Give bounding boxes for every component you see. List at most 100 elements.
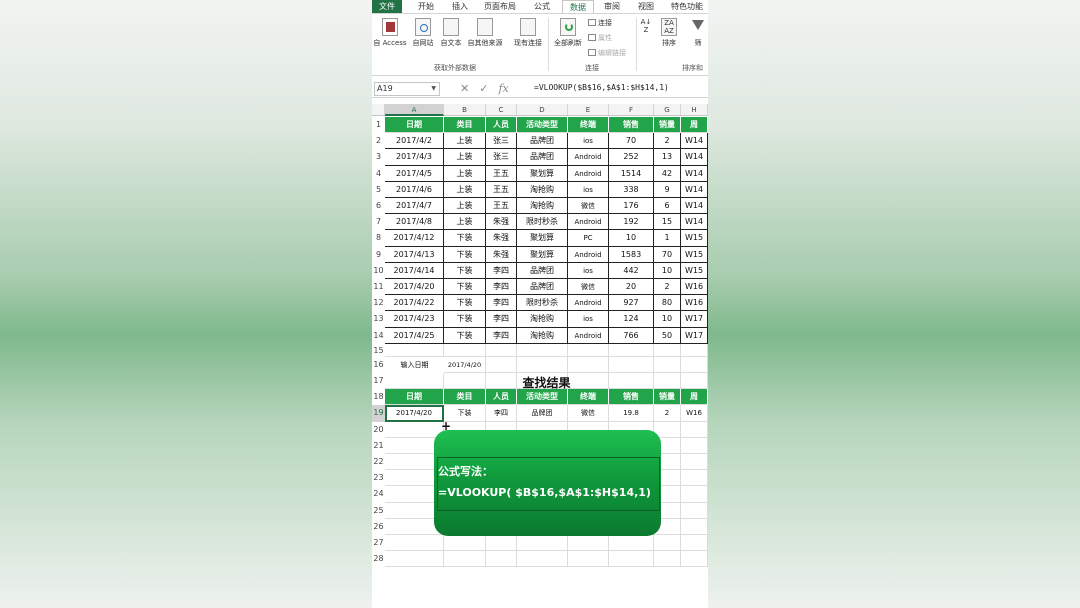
result-header-cell[interactable]: 销量 xyxy=(654,389,681,406)
result-header-cell[interactable]: 日期 xyxy=(385,389,444,406)
row-header[interactable]: 25 xyxy=(372,502,385,519)
table-cell[interactable]: 2017/4/25 xyxy=(385,327,444,344)
table-cell[interactable]: 下装 xyxy=(444,230,486,247)
table-cell[interactable]: W16 xyxy=(681,279,708,296)
table-cell[interactable]: PC xyxy=(568,230,609,247)
row-header[interactable]: 21 xyxy=(372,437,385,454)
empty-cell[interactable] xyxy=(681,551,708,568)
result-header-cell[interactable]: 销售 xyxy=(609,389,654,406)
table-cell[interactable]: 2017/4/2 xyxy=(385,133,444,150)
row-header[interactable]: 11 xyxy=(372,279,385,296)
row-header[interactable]: 1 xyxy=(372,117,385,134)
table-cell[interactable]: 80 xyxy=(654,295,681,312)
table-cell[interactable]: 1 xyxy=(654,230,681,247)
tab-file[interactable]: 文件 xyxy=(372,0,402,13)
empty-cell[interactable] xyxy=(517,535,568,552)
result-cell[interactable]: 2017/4/20 xyxy=(385,405,444,422)
empty-cell[interactable] xyxy=(681,437,708,454)
existing-connections-button[interactable]: 现有连接 xyxy=(511,18,545,48)
empty-cell[interactable] xyxy=(681,535,708,552)
table-cell[interactable]: W14 xyxy=(681,181,708,198)
table-cell[interactable]: ios xyxy=(568,311,609,328)
result-header-cell[interactable]: 类目 xyxy=(444,389,486,406)
table-cell[interactable]: 10 xyxy=(609,230,654,247)
table-cell[interactable]: W14 xyxy=(681,214,708,231)
result-header-cell[interactable]: 周 xyxy=(681,389,708,406)
from-text-button[interactable]: 自文本 xyxy=(437,18,465,48)
tab-home[interactable]: 开始 xyxy=(412,0,440,13)
result-header-cell[interactable]: 人员 xyxy=(486,389,517,406)
table-cell[interactable]: Android xyxy=(568,165,609,182)
table-cell[interactable]: 下装 xyxy=(444,311,486,328)
table-cell[interactable]: 2017/4/20 xyxy=(385,279,444,296)
column-header-e[interactable]: E xyxy=(568,104,609,116)
table-cell[interactable]: 朱强 xyxy=(486,214,517,231)
table-cell[interactable]: W15 xyxy=(681,262,708,279)
table-cell[interactable]: 6 xyxy=(654,198,681,215)
connections-button[interactable]: 连接 xyxy=(588,18,612,28)
column-header-g[interactable]: G xyxy=(654,104,681,116)
table-cell[interactable]: 50 xyxy=(654,327,681,344)
table-cell[interactable]: W15 xyxy=(681,246,708,263)
cancel-icon[interactable]: ✕ xyxy=(460,82,469,95)
empty-cell[interactable] xyxy=(609,343,654,357)
column-header-c[interactable]: C xyxy=(486,104,517,116)
sort-button[interactable]: ZA AZ 排序 xyxy=(655,18,683,48)
result-header-cell[interactable]: 终端 xyxy=(568,389,609,406)
table-cell[interactable]: 2017/4/12 xyxy=(385,230,444,247)
empty-cell[interactable] xyxy=(385,421,444,438)
table-cell[interactable]: 品牌团 xyxy=(517,279,568,296)
column-header-a[interactable]: A xyxy=(385,104,444,116)
table-cell[interactable]: 2 xyxy=(654,133,681,150)
table-cell[interactable]: W15 xyxy=(681,230,708,247)
table-cell[interactable]: 下装 xyxy=(444,246,486,263)
table-cell[interactable]: 上装 xyxy=(444,149,486,166)
sort-az-button[interactable]: A↓ Z xyxy=(640,18,652,34)
table-cell[interactable]: W17 xyxy=(681,327,708,344)
table-cell[interactable]: 李四 xyxy=(486,295,517,312)
table-cell[interactable]: 9 xyxy=(654,181,681,198)
table-cell[interactable]: Android xyxy=(568,246,609,263)
row-header[interactable]: 7 xyxy=(372,214,385,231)
column-header-h[interactable]: H xyxy=(681,104,708,116)
table-cell[interactable]: 10 xyxy=(654,311,681,328)
table-cell[interactable]: 766 xyxy=(609,327,654,344)
result-cell[interactable]: 19.8 xyxy=(609,405,654,422)
table-cell[interactable]: 2017/4/22 xyxy=(385,295,444,312)
empty-cell[interactable] xyxy=(568,535,609,552)
table-cell[interactable]: 1514 xyxy=(609,165,654,182)
table-cell[interactable]: 李四 xyxy=(486,311,517,328)
empty-cell[interactable] xyxy=(654,535,681,552)
table-cell[interactable]: 限时秒杀 xyxy=(517,214,568,231)
table-cell[interactable]: 下装 xyxy=(444,327,486,344)
row-header[interactable]: 15 xyxy=(372,343,385,357)
empty-cell[interactable] xyxy=(486,535,517,552)
row-header[interactable]: 24 xyxy=(372,486,385,503)
column-header-d[interactable]: D xyxy=(517,104,568,116)
row-header[interactable]: 19 xyxy=(372,405,385,422)
table-cell[interactable]: 下装 xyxy=(444,262,486,279)
result-cell[interactable]: 品牌团 xyxy=(517,405,568,422)
tab-review[interactable]: 审阅 xyxy=(598,0,626,13)
table-header-cell[interactable]: 周 xyxy=(681,117,708,134)
empty-cell[interactable] xyxy=(385,535,444,552)
table-cell[interactable]: 442 xyxy=(609,262,654,279)
table-cell[interactable]: W16 xyxy=(681,295,708,312)
table-cell[interactable]: Android xyxy=(568,327,609,344)
row-header[interactable]: 13 xyxy=(372,311,385,328)
from-other-sources-button[interactable]: 自其他来源 xyxy=(465,18,505,48)
row-header[interactable]: 22 xyxy=(372,454,385,471)
empty-cell[interactable] xyxy=(654,551,681,568)
table-cell[interactable]: 13 xyxy=(654,149,681,166)
row-header[interactable]: 12 xyxy=(372,295,385,312)
table-cell[interactable]: 上装 xyxy=(444,198,486,215)
table-cell[interactable]: 品牌团 xyxy=(517,262,568,279)
table-cell[interactable]: Android xyxy=(568,295,609,312)
row-header[interactable]: 5 xyxy=(372,181,385,198)
table-cell[interactable]: 王五 xyxy=(486,198,517,215)
table-cell[interactable]: 2 xyxy=(654,279,681,296)
table-cell[interactable]: ios xyxy=(568,262,609,279)
empty-cell[interactable] xyxy=(568,356,609,373)
table-cell[interactable]: 李四 xyxy=(486,279,517,296)
row-header[interactable]: 18 xyxy=(372,389,385,406)
